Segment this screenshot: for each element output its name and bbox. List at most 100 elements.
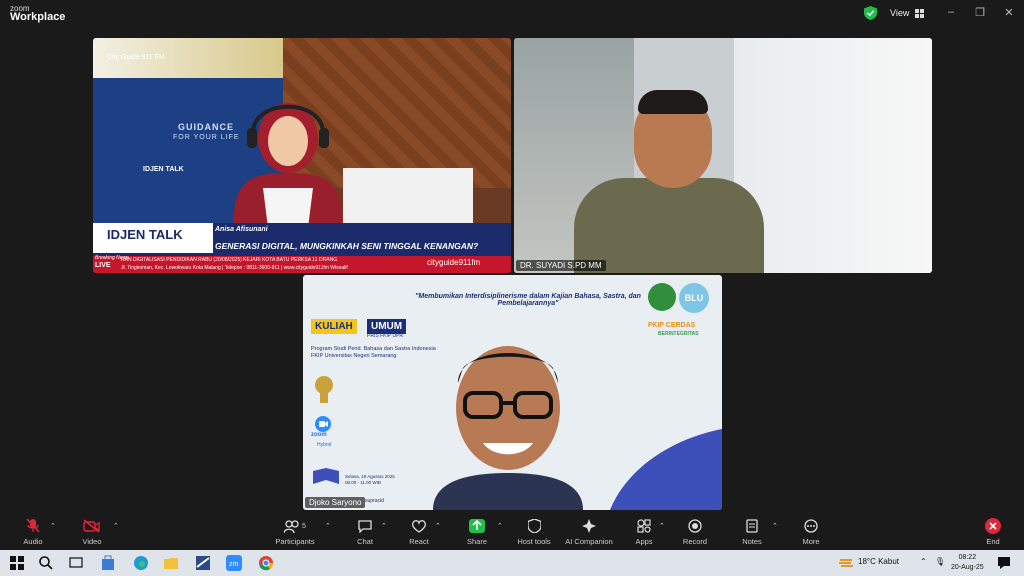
minimize-icon[interactable]: –: [944, 6, 958, 18]
view-label: View: [890, 8, 910, 18]
notes-icon: [746, 519, 758, 533]
notes-button[interactable]: Notes: [725, 518, 779, 546]
host-tools-shield-icon: [527, 519, 541, 533]
share-button[interactable]: Share: [450, 518, 504, 546]
muted-microphone-icon: [26, 518, 40, 533]
end-call-icon: [985, 518, 1001, 534]
zoom-text: zoom: [311, 432, 327, 438]
react-options-icon[interactable]: ⌃: [435, 522, 441, 530]
notification-icon[interactable]: [996, 555, 1012, 571]
system-clock[interactable]: 08:22 20-Aug-25: [951, 553, 984, 573]
participants-label: Participants: [275, 537, 315, 546]
store-icon[interactable]: [100, 555, 116, 571]
fip-subtext: BERINTEGRITAS: [658, 331, 699, 337]
participant-name: Djoko Saryono: [305, 497, 366, 508]
participants-options-icon[interactable]: ⌃: [325, 522, 331, 530]
end-button[interactable]: End: [966, 518, 1020, 546]
ticker-line-1: RAN DIGITALISASI PENDIDIKAN RABU (20/08/…: [121, 257, 338, 263]
file-explorer-icon[interactable]: [163, 555, 179, 571]
grid-icon: [915, 8, 925, 18]
task-view-icon[interactable]: [68, 555, 84, 571]
view-button[interactable]: View: [884, 5, 930, 21]
credit-text: supracid: [365, 498, 384, 504]
windows-start-icon[interactable]: [9, 555, 25, 571]
hybrid-text: Hybrid: [317, 442, 332, 448]
video-tile-participant-2[interactable]: DR. SUYADI S.PD MM: [514, 38, 932, 273]
speaker-person-image: [433, 346, 583, 510]
video-label: Video: [82, 537, 102, 546]
weather-text[interactable]: 18°C Kabut: [858, 557, 899, 566]
video-tile-studio[interactable]: City Guide 911 FM GUIDANCE FOR YOUR LIFE…: [93, 38, 511, 273]
award-badge-icon: [315, 376, 333, 403]
apps-options-icon[interactable]: ⌃: [659, 522, 665, 530]
city-guide-logo: City Guide 911 FM: [107, 54, 165, 61]
date-line-2: 08.00 - 11.00 WIB: [345, 480, 381, 485]
university-logo-icon: [648, 283, 676, 311]
participants-button[interactable]: 5 Participants: [268, 518, 322, 546]
host-name: Anisa Afisunani: [215, 226, 268, 233]
title-bar: zoom Workplace View – ❐ ✕: [0, 0, 1024, 28]
react-heart-icon: [412, 520, 426, 533]
clock-date: 20-Aug-25: [951, 564, 984, 571]
participants-count: 5: [302, 522, 306, 530]
cityguide-handle: cityguide911fm: [427, 258, 481, 267]
participants-icon: [284, 520, 299, 533]
fip-logo-text: FKIP CERDAS: [648, 322, 696, 329]
notes-label: Notes: [742, 537, 762, 546]
live-badge: LIVE: [95, 262, 111, 269]
chat-icon: [358, 520, 372, 533]
video-off-icon: [83, 519, 100, 533]
ticker-line-2: Jl. Tingkoman, Kec. Lowokwaru Kota Malan…: [121, 265, 348, 271]
book-icon: [313, 468, 339, 484]
umum-label: UMUM: [367, 319, 407, 334]
apps-icon: [637, 519, 651, 533]
svg-text:zm: zm: [229, 561, 239, 568]
audio-label: Audio: [23, 537, 43, 546]
more-button[interactable]: More: [784, 518, 838, 546]
lecture-title: "Membumikan Interdisiplinerisme dalam Ka…: [415, 293, 641, 307]
apps-label: Apps: [635, 537, 653, 546]
record-icon: [688, 519, 702, 533]
share-label: Share: [466, 537, 487, 546]
host-tools-button[interactable]: Host tools: [507, 518, 561, 546]
weather-icon[interactable]: [838, 555, 854, 571]
host-person-image: [233, 103, 343, 228]
video-tile-speaker[interactable]: "Membumikan Interdisiplinerisme dalam Ka…: [303, 275, 722, 510]
notes-options-icon[interactable]: ⌃: [772, 522, 778, 530]
kuliah-label: KULIAH: [311, 319, 357, 334]
app-icon[interactable]: [195, 555, 211, 571]
search-icon[interactable]: [38, 555, 54, 571]
video-button[interactable]: Video: [65, 518, 119, 546]
more-icon: [804, 519, 818, 533]
blu-logo: BLU: [679, 283, 709, 313]
brand-bottom: Workplace: [10, 11, 66, 23]
zoom-brand: zoom Workplace: [10, 4, 66, 23]
microphone-tray-icon[interactable]: 🎙: [935, 557, 945, 566]
windows-taskbar: zm 18°C Kabut ⌃ 🎙 08:22 20-Aug-25: [0, 550, 1024, 576]
end-label: End: [986, 537, 1000, 546]
share-options-icon[interactable]: ⌃: [497, 522, 503, 530]
chat-options-icon[interactable]: ⌃: [381, 522, 387, 530]
ai-companion-label: AI Companion: [565, 537, 613, 546]
video-options-icon[interactable]: ⌃: [113, 522, 119, 530]
background-wave: [603, 425, 722, 510]
edge-browser-icon[interactable]: [133, 555, 149, 571]
participant-name: DR. SUYADI S.PD MM: [516, 260, 606, 271]
event-date: Selasa, 19 Agustus 2025 08.00 - 11.00 WI…: [345, 474, 395, 486]
ai-companion-button[interactable]: AI Companion: [558, 518, 620, 546]
restore-icon[interactable]: ❐: [973, 6, 987, 19]
tray-chevron-icon[interactable]: ⌃: [920, 557, 927, 566]
clock-time: 08:22: [958, 554, 977, 561]
zoom-app-icon[interactable]: zm: [226, 555, 242, 571]
record-button[interactable]: Record: [668, 518, 722, 546]
close-icon[interactable]: ✕: [1002, 6, 1016, 19]
program-line-1: Program Studi Pend. Bahasa dan Sastra In…: [311, 346, 436, 352]
security-shield-icon[interactable]: [864, 6, 877, 20]
chrome-icon[interactable]: [258, 555, 274, 571]
audio-options-icon[interactable]: ⌃: [50, 522, 56, 530]
more-label: More: [802, 537, 820, 546]
program-line-2: FKIP Universitas Negeri Semarang: [311, 353, 397, 359]
participant-hair: [638, 90, 708, 114]
record-label: Record: [682, 537, 708, 546]
share-screen-icon: [469, 519, 485, 533]
